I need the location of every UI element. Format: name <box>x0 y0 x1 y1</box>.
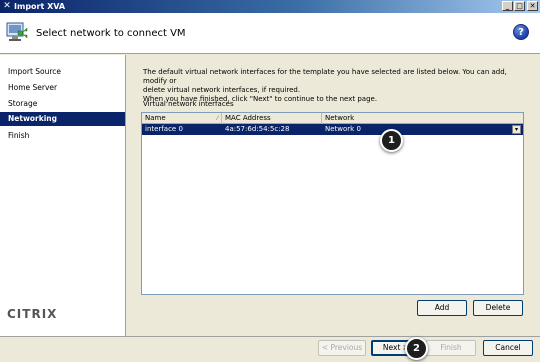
help-icon[interactable]: ? <box>513 24 529 40</box>
callout-marker-2: 2 <box>405 337 428 360</box>
grid-header: Name ⁄ MAC Address Network <box>142 113 523 124</box>
cancel-button[interactable]: Cancel <box>483 340 533 356</box>
close-icon[interactable]: ✕ <box>527 1 538 11</box>
window-title: Import XVA <box>14 2 66 11</box>
column-header-name[interactable]: Name ⁄ <box>142 113 222 124</box>
delete-button[interactable]: Delete <box>473 300 523 316</box>
step-networking: Networking <box>0 112 125 126</box>
interfaces-label: Virtual network interfaces <box>143 100 234 108</box>
wizard-steps-sidebar: Import Source Home Server Storage Networ… <box>0 55 126 336</box>
network-interfaces-grid[interactable]: Name ⁄ MAC Address Network interface 0 4… <box>141 112 524 295</box>
column-header-network[interactable]: Network <box>322 113 523 124</box>
maximize-icon[interactable]: □ <box>514 1 525 11</box>
instructions-line: The default virtual network interfaces f… <box>143 68 507 85</box>
instructions-text: The default virtual network interfaces f… <box>143 68 523 104</box>
sort-arrow-icon: ⁄ <box>216 115 218 122</box>
table-row[interactable]: interface 0 4a:57:6d:54:5c:28 Network 0 … <box>142 124 523 135</box>
step-storage: Storage <box>8 99 38 108</box>
networking-panel: The default virtual network interfaces f… <box>127 55 540 336</box>
minimize-icon[interactable]: _ <box>502 1 513 11</box>
import-xva-window: ✕ Import XVA _ □ ✕ Select network to con… <box>0 0 540 362</box>
step-finish: Finish <box>8 131 30 140</box>
network-select-cell[interactable]: Network 0 <box>322 124 512 135</box>
callout-marker-1: 1 <box>380 129 403 152</box>
finish-button[interactable]: Finish <box>426 340 476 356</box>
instructions-line: delete virtual network interfaces, if re… <box>143 86 301 94</box>
column-header-label: Name <box>145 114 166 122</box>
previous-button[interactable]: < Previous <box>318 340 366 356</box>
mac-address-cell: 4a:57:6d:54:5c:28 <box>225 125 290 133</box>
import-wizard-icon <box>6 22 28 41</box>
footer-divider <box>0 336 540 337</box>
column-header-mac[interactable]: MAC Address <box>222 113 322 124</box>
step-import-source: Import Source <box>8 67 62 76</box>
page-heading: Select network to connect VM <box>36 28 186 39</box>
wizard-header: Select network to connect VM ? <box>0 13 540 54</box>
citrix-logo: CITRIX <box>7 307 58 321</box>
step-home-server: Home Server <box>8 83 58 92</box>
title-bar[interactable]: ✕ Import XVA _ □ ✕ <box>0 0 540 13</box>
interface-name-cell: interface 0 <box>145 125 183 133</box>
x-icon: ✕ <box>3 1 11 11</box>
add-button[interactable]: Add <box>417 300 467 316</box>
chevron-down-icon[interactable]: ▾ <box>512 125 521 134</box>
